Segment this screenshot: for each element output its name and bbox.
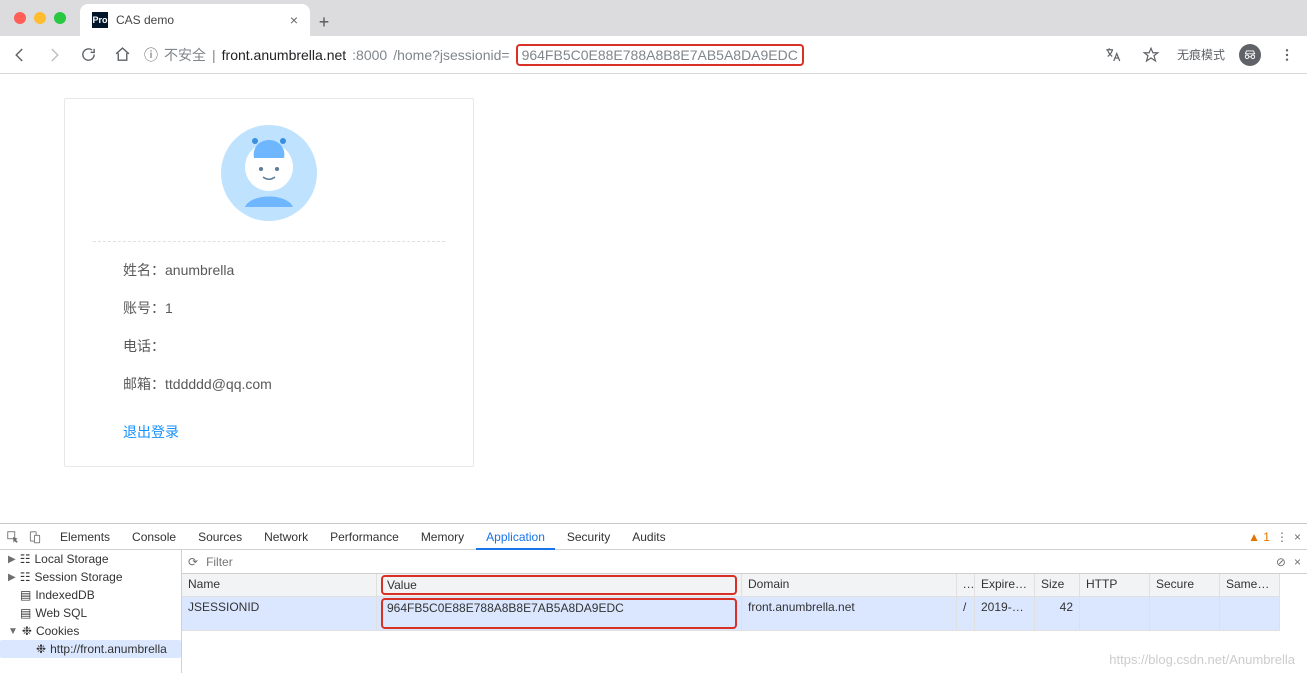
email-label: 邮箱： <box>123 376 165 392</box>
sidebar-indexeddb[interactable]: ▤ IndexedDB <box>0 586 181 604</box>
cell-secure[interactable] <box>1150 597 1220 631</box>
address-bar[interactable]: ⓘ 不安全 | front.anumbrella.net:8000/home?j… <box>144 44 1091 66</box>
incognito-icon <box>1239 44 1261 66</box>
bookmark-star-icon[interactable] <box>1139 43 1163 67</box>
sidebar-cookie-origin[interactable]: ❉ http://front.anumbrella <box>0 640 181 658</box>
devtools: Elements Console Sources Network Perform… <box>0 523 1307 673</box>
browser-toolbar: ⓘ 不安全 | front.anumbrella.net:8000/home?j… <box>0 36 1307 74</box>
profile-card: 姓名：anumbrella 账号：1 电话： 邮箱：ttddddd@qq.com… <box>64 98 474 467</box>
logout-link[interactable]: 退出登录 <box>123 422 445 442</box>
email-value: ttddddd@qq.com <box>165 376 272 392</box>
name-value: anumbrella <box>165 262 234 278</box>
col-http[interactable]: HTTP <box>1080 574 1150 597</box>
devtools-main: ⟳ ⊘ × Name Value Domain ... Expires ... … <box>182 550 1307 673</box>
devtools-tab-security[interactable]: Security <box>557 524 620 550</box>
devtools-tab-application[interactable]: Application <box>476 524 555 550</box>
col-samesite[interactable]: SameSite <box>1220 574 1280 597</box>
cell-domain[interactable]: front.anumbrella.net <box>742 597 957 631</box>
forward-button[interactable] <box>42 43 66 67</box>
home-button[interactable] <box>110 43 134 67</box>
device-icon[interactable] <box>28 530 48 544</box>
profile-account-row: 账号：1 <box>123 298 445 318</box>
insecure-label: 不安全 <box>164 45 206 65</box>
cell-path[interactable]: / <box>957 597 975 631</box>
sidebar-cookies[interactable]: ▼❉ Cookies <box>0 622 181 640</box>
close-tab-icon[interactable]: × <box>290 12 298 28</box>
devtools-sidebar: ▶☷ Local Storage ▶☷ Session Storage ▤ In… <box>0 550 182 673</box>
url-port: :8000 <box>352 47 387 63</box>
devtools-tab-sources[interactable]: Sources <box>188 524 252 550</box>
cell-size[interactable]: 42 <box>1035 597 1080 631</box>
translate-icon[interactable] <box>1101 43 1125 67</box>
name-label: 姓名： <box>123 262 165 278</box>
cell-expires[interactable]: 2019-0... <box>975 597 1035 631</box>
col-secure[interactable]: Secure <box>1150 574 1220 597</box>
cell-http[interactable] <box>1080 597 1150 631</box>
cell-name[interactable]: JSESSIONID <box>182 597 377 631</box>
devtools-tab-network[interactable]: Network <box>254 524 318 550</box>
devtools-tab-performance[interactable]: Performance <box>320 524 409 550</box>
cell-samesite[interactable] <box>1220 597 1280 631</box>
inspect-icon[interactable] <box>6 530 26 544</box>
browser-tab[interactable]: Pro CAS demo × <box>80 4 310 36</box>
cookies-table: Name Value Domain ... Expires ... Size H… <box>182 574 1307 631</box>
devtools-tabbar: Elements Console Sources Network Perform… <box>0 524 1307 550</box>
close-window-dot[interactable] <box>14 12 26 24</box>
sidebar-local-storage[interactable]: ▶☷ Local Storage <box>0 550 181 568</box>
refresh-icon[interactable]: ⟳ <box>188 555 198 569</box>
warning-badge[interactable]: ▲ 1 <box>1248 530 1270 544</box>
site-info-icon[interactable]: ⓘ <box>144 45 158 65</box>
profile-email-row: 邮箱：ttddddd@qq.com <box>123 374 445 394</box>
phone-label: 电话： <box>123 338 165 354</box>
col-domain[interactable]: Domain <box>742 574 957 597</box>
devtools-kebab-icon[interactable]: ⋮ <box>1276 530 1288 544</box>
reload-button[interactable] <box>76 43 100 67</box>
col-size[interactable]: Size <box>1035 574 1080 597</box>
favicon: Pro <box>92 12 108 28</box>
avatar <box>219 123 319 223</box>
col-value[interactable]: Value <box>377 574 742 597</box>
tab-title: CAS demo <box>116 13 282 27</box>
devtools-tab-elements[interactable]: Elements <box>50 524 120 550</box>
account-value: 1 <box>165 300 173 316</box>
col-path[interactable]: ... <box>957 574 975 597</box>
traffic-lights <box>0 12 80 24</box>
url-path: /home?jsessionid= <box>393 47 509 63</box>
divider <box>93 241 445 242</box>
minimize-window-dot[interactable] <box>34 12 46 24</box>
new-tab-button[interactable]: + <box>310 8 338 36</box>
devtools-filter-bar: ⟳ ⊘ × <box>182 550 1307 574</box>
devtools-tab-console[interactable]: Console <box>122 524 186 550</box>
delete-icon[interactable]: × <box>1294 555 1301 569</box>
back-button[interactable] <box>8 43 32 67</box>
account-label: 账号： <box>123 300 165 316</box>
filter-input[interactable] <box>206 555 406 569</box>
profile-phone-row: 电话： <box>123 336 445 356</box>
sidebar-websql[interactable]: ▤ Web SQL <box>0 604 181 622</box>
browser-tabstrip: Pro CAS demo × + <box>0 0 1307 36</box>
clear-icon[interactable]: ⊘ <box>1276 555 1286 569</box>
cell-value[interactable]: 964FB5C0E88E788A8B8E7AB5A8DA9EDC <box>377 597 742 631</box>
devtools-tab-memory[interactable]: Memory <box>411 524 474 550</box>
col-name[interactable]: Name <box>182 574 377 597</box>
page-viewport: 姓名：anumbrella 账号：1 电话： 邮箱：ttddddd@qq.com… <box>0 74 1307 523</box>
maximize-window-dot[interactable] <box>54 12 66 24</box>
profile-name-row: 姓名：anumbrella <box>123 260 445 280</box>
kebab-menu-icon[interactable] <box>1275 43 1299 67</box>
col-expires[interactable]: Expires ... <box>975 574 1035 597</box>
url-host: front.anumbrella.net <box>222 47 347 63</box>
sidebar-session-storage[interactable]: ▶☷ Session Storage <box>0 568 181 586</box>
devtools-close-icon[interactable]: × <box>1294 530 1301 544</box>
incognito-label: 无痕模式 <box>1177 46 1225 63</box>
url-session-highlight: 964FB5C0E88E788A8B8E7AB5A8DA9EDC <box>516 44 804 66</box>
devtools-tab-audits[interactable]: Audits <box>622 524 675 550</box>
